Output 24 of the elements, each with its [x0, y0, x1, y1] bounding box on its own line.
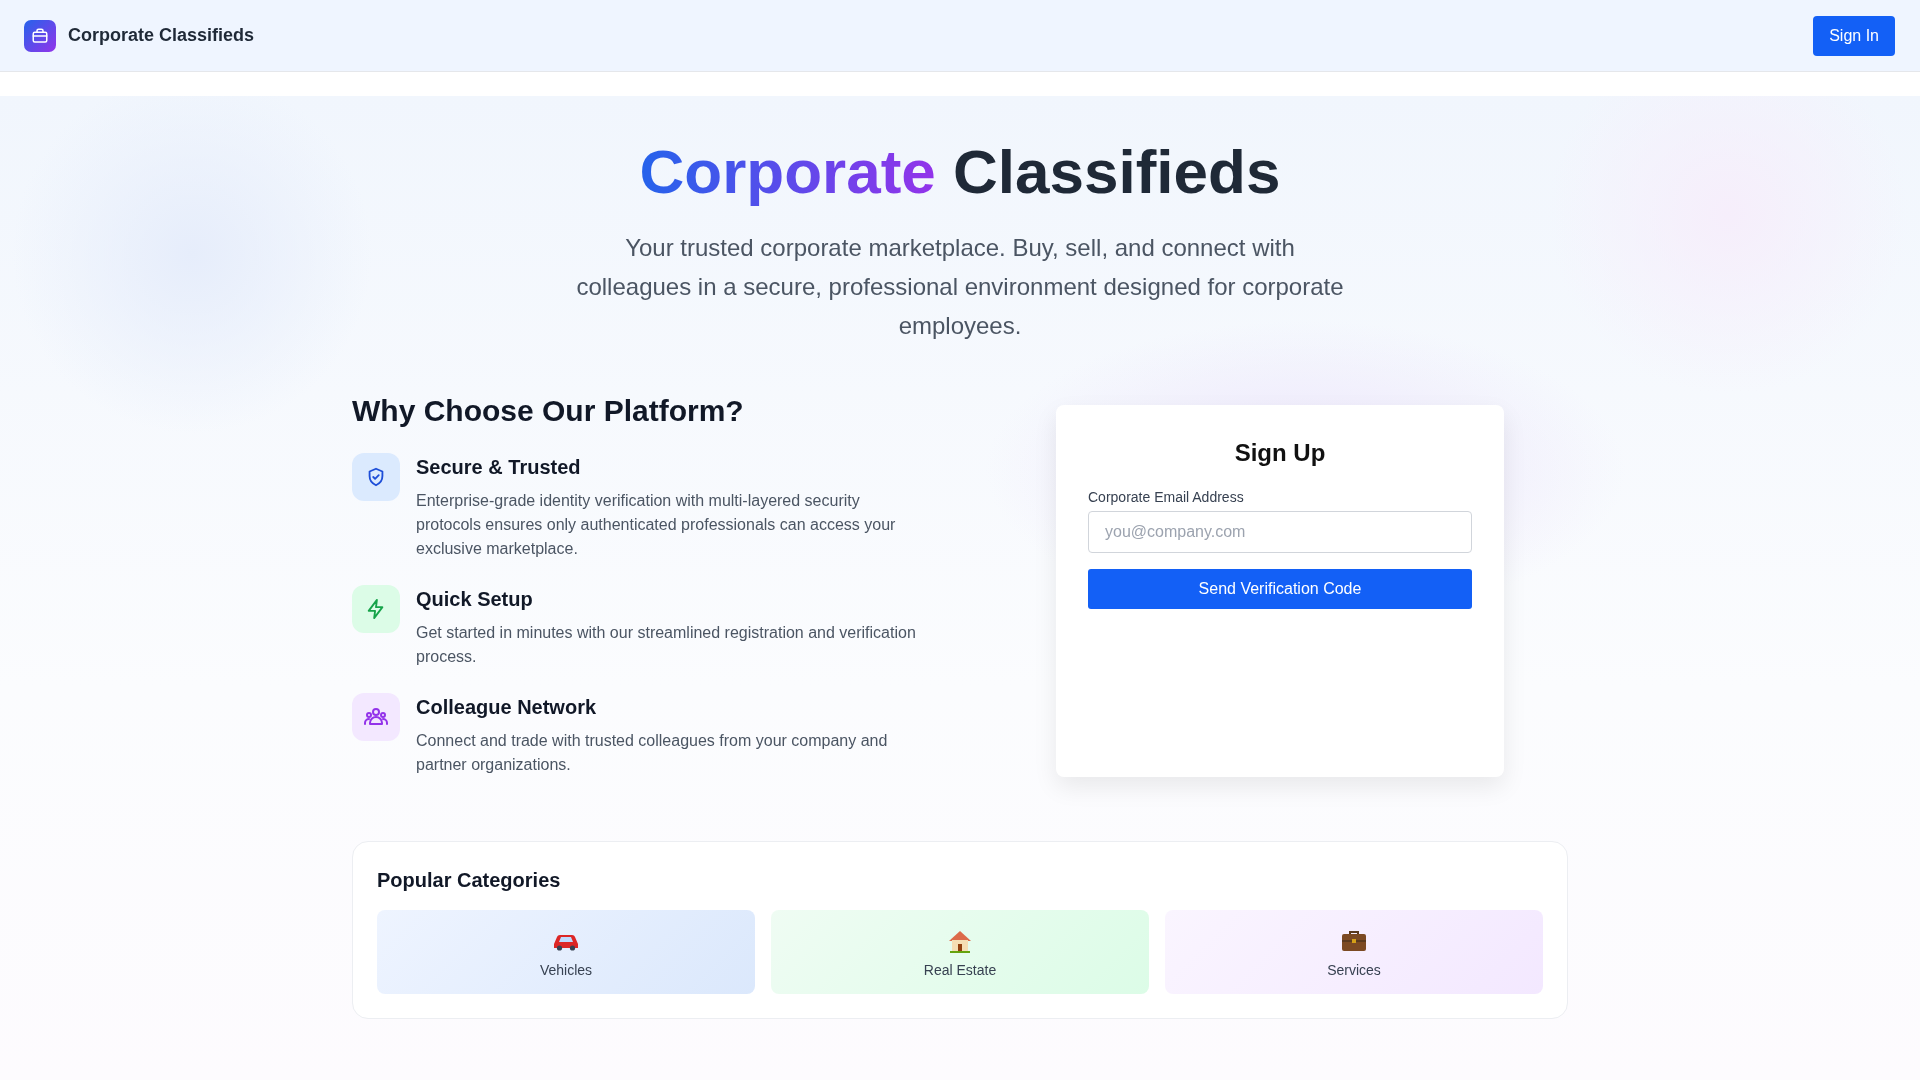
category-card[interactable]: Services [1165, 910, 1543, 994]
sign-in-button[interactable]: Sign In [1813, 15, 1895, 56]
page-title: Classifieds [953, 137, 1281, 206]
hero-subtitle: Your trusted corporate marketplace. Buy, sell, and connect with colleagues in a secure, professional environment designed for corporate employees. [575, 233, 1345, 341]
feature-title: Secure & Trusted [416, 455, 582, 480]
send-code-button[interactable]: Send Verification Code [1088, 569, 1472, 609]
category-label: Real Estate [923, 962, 997, 978]
feature-description: Enterprise-grade identity verification with multi-layered security protocols ensures only authenticated professionals can access your exclusive marketplace. [416, 491, 897, 559]
category-card[interactable]: Real Estate [771, 910, 1149, 994]
category-label: Services [1327, 962, 1381, 978]
briefcase-icon [1340, 928, 1368, 954]
card-title: Sign Up [1233, 438, 1327, 468]
briefcase-icon [31, 26, 49, 45]
field-label: Corporate Email Address [1088, 489, 1245, 505]
brand-name: Corporate Classifieds [68, 25, 255, 46]
section-heading: Popular Categories [377, 868, 562, 893]
feature-title: Quick Setup [416, 587, 534, 612]
category-label: Vehicles [539, 962, 593, 978]
email-field[interactable]: you@company.com [1088, 511, 1472, 553]
feature-description: Get started in minutes with our streamlined registration and verification process. [416, 623, 917, 667]
category-card[interactable]: Vehicles [377, 910, 755, 994]
feature-description: Connect and trade with trusted colleagues from your company and partner organizations. [416, 731, 889, 775]
section-heading: Why Choose Our Platform? [352, 393, 745, 429]
feature-title: Colleague Network [416, 695, 598, 720]
